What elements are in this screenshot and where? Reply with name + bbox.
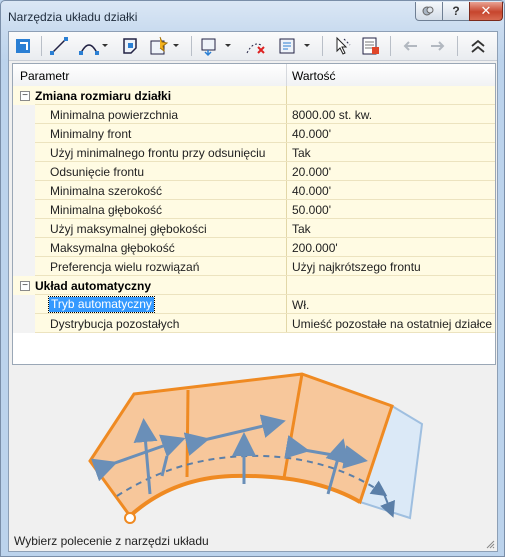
param-value[interactable]: 20.000' bbox=[292, 165, 331, 179]
polygon-icon[interactable] bbox=[119, 35, 141, 57]
line-icon[interactable] bbox=[48, 35, 70, 57]
parcel-preview-diagram bbox=[88, 372, 424, 524]
param-name: Minimalna powierzchnia bbox=[50, 108, 179, 122]
pin-button[interactable] bbox=[415, 2, 443, 21]
help-button[interactable]: ? bbox=[442, 2, 470, 21]
delete-icon[interactable] bbox=[244, 35, 268, 57]
param-name: Odsunięcie frontu bbox=[50, 165, 145, 179]
toolbar-separator bbox=[457, 36, 458, 56]
category-row-auto-layout[interactable]: − Układ automatyczny bbox=[13, 276, 495, 295]
table-row[interactable]: Preferencja wielu rozwiązań Użyj najkróts… bbox=[13, 257, 495, 276]
param-name: Minimalna głębokość bbox=[50, 203, 163, 217]
start-point-icon bbox=[124, 512, 136, 524]
column-divider[interactable] bbox=[286, 64, 287, 86]
slide-line-icon[interactable] bbox=[198, 35, 234, 57]
param-value[interactable]: 40.000' bbox=[292, 127, 331, 141]
status-text: Wybierz polecenie z narzędzi układu bbox=[14, 534, 209, 548]
resize-grip-icon[interactable] bbox=[485, 539, 495, 549]
parcel-layout-tools-window: Narzędzia układu działki ? ✕ Parametr Wa… bbox=[0, 0, 505, 557]
redo-icon[interactable] bbox=[427, 35, 449, 57]
table-row[interactable]: Minimalna szerokość 40.000' bbox=[13, 181, 495, 200]
param-value[interactable]: Użyj najkrótszego frontu bbox=[292, 260, 421, 274]
table-row[interactable]: Użyj maksymalnej głębokości Tak bbox=[13, 219, 495, 238]
param-value[interactable]: 40.000' bbox=[292, 184, 331, 198]
param-value[interactable]: 8000.00 st. kw. bbox=[292, 108, 372, 122]
grid-header: Parametr Wartość bbox=[13, 64, 495, 87]
parameter-grid: Parametr Wartość − Zmiana rozmiaru dział… bbox=[12, 63, 496, 365]
category-row-resize[interactable]: − Zmiana rozmiaru działki bbox=[13, 86, 495, 105]
close-button[interactable]: ✕ bbox=[469, 2, 503, 21]
undo-icon[interactable] bbox=[399, 35, 421, 57]
param-name: Maksymalna głębokość bbox=[50, 241, 175, 255]
param-value[interactable]: 50.000' bbox=[292, 203, 331, 217]
param-name: Użyj maksymalnej głębokości bbox=[50, 222, 207, 236]
table-row[interactable]: Minimalna powierzchnia 8000.00 st. kw. bbox=[13, 105, 495, 124]
pin-icon bbox=[422, 6, 434, 16]
toolbar-separator bbox=[41, 36, 42, 56]
content-panel: Parametr Wartość − Zmiana rozmiaru dział… bbox=[8, 31, 498, 552]
param-name: Preferencja wielu rozwiązań bbox=[50, 260, 200, 274]
table-row[interactable]: Użyj minimalnego frontu przy odsunięciu T… bbox=[13, 143, 495, 162]
table-row[interactable]: Minimalny front 40.000' bbox=[13, 124, 495, 143]
table-row-selected[interactable]: Tryb automatyczny Wł. bbox=[13, 295, 495, 314]
curve-icon[interactable] bbox=[78, 35, 110, 57]
param-name: Tryb automatyczny bbox=[48, 296, 155, 313]
column-header-parameter[interactable]: Parametr bbox=[20, 69, 69, 83]
category-label: Zmiana rozmiaru działki bbox=[35, 89, 172, 103]
parcel-create-icon[interactable] bbox=[148, 35, 182, 57]
category-label: Układ automatyczny bbox=[35, 279, 152, 293]
toolbar-separator bbox=[322, 36, 323, 56]
column-header-value[interactable]: Wartość bbox=[292, 69, 336, 83]
param-value[interactable]: Tak bbox=[292, 146, 311, 160]
param-name: Minimalna szerokość bbox=[50, 184, 163, 198]
table-row[interactable]: Maksymalna głębokość 200.000' bbox=[13, 238, 495, 257]
param-value[interactable]: Umieść pozostałe na ostatniej działce bbox=[292, 317, 492, 331]
toolbar-separator bbox=[390, 36, 391, 56]
param-value[interactable]: Wł. bbox=[292, 298, 309, 312]
parcel-table-icon[interactable] bbox=[360, 35, 382, 57]
param-name: Minimalny front bbox=[50, 127, 132, 141]
table-row[interactable]: Dystrybucja pozostałych Umieść pozostałe … bbox=[13, 314, 495, 333]
collapse-toggle-icon[interactable]: − bbox=[20, 281, 30, 291]
window-title: Narzędzia układu działki bbox=[8, 10, 138, 24]
param-value[interactable]: Tak bbox=[292, 222, 311, 236]
collapse-toggle-icon[interactable]: − bbox=[20, 91, 30, 101]
toolbar bbox=[9, 32, 497, 61]
edit-icon[interactable] bbox=[277, 35, 313, 57]
table-row[interactable]: Minimalna głębokość 50.000' bbox=[13, 200, 495, 219]
param-value[interactable]: 200.000' bbox=[292, 241, 338, 255]
title-bar[interactable]: Narzędzia układu działki ? ✕ bbox=[1, 1, 504, 29]
pick-subentity-icon[interactable] bbox=[331, 35, 353, 57]
layout-preview bbox=[12, 366, 494, 526]
toolbar-separator bbox=[191, 36, 192, 56]
collapse-icon[interactable] bbox=[467, 35, 489, 57]
select-parcel-icon[interactable] bbox=[12, 35, 34, 57]
param-name: Użyj minimalnego frontu przy odsunięciu bbox=[50, 146, 266, 160]
table-row[interactable]: Odsunięcie frontu 20.000' bbox=[13, 162, 495, 181]
param-name: Dystrybucja pozostałych bbox=[50, 317, 180, 331]
